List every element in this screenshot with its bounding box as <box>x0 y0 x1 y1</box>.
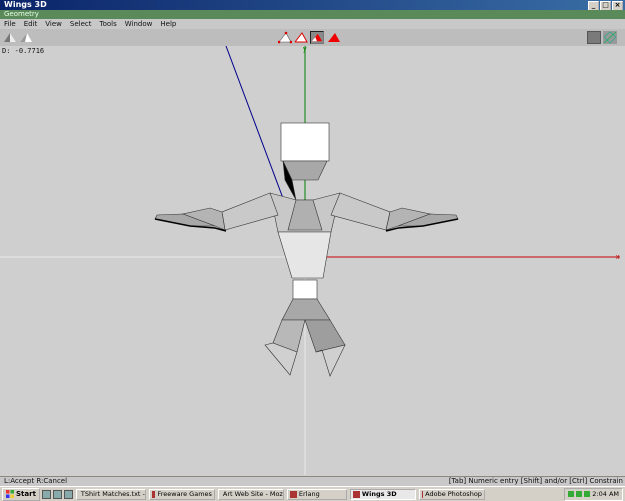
window-title: Wings 3D <box>4 0 47 9</box>
right-upper-arm <box>330 192 391 231</box>
geometry-window-title: Geometry <box>0 10 625 19</box>
body-mode-icon[interactable] <box>327 31 341 44</box>
key-hint: [Tab] Numeric entry [Shift] and/or [Ctrl… <box>448 477 623 485</box>
antivirus-icon[interactable] <box>584 491 591 497</box>
3d-viewport[interactable]: x y <box>0 46 625 475</box>
quicklaunch-desktop-icon[interactable] <box>41 489 51 499</box>
start-button[interactable]: Start <box>2 487 40 501</box>
vertex-mode-icon[interactable] <box>278 31 292 44</box>
wings-icon <box>352 490 360 498</box>
scene-canvas[interactable]: x y <box>0 46 625 475</box>
task-art-web-site[interactable]: Art Web Site - Mozilla <box>217 488 284 500</box>
status-bar: L:Accept R:Cancel [Tab] Numeric entry [S… <box>0 476 625 486</box>
network-icon[interactable] <box>568 491 575 497</box>
quicklaunch-media-icon[interactable] <box>63 489 73 499</box>
face-mode-icon[interactable] <box>310 31 324 44</box>
volume-icon[interactable] <box>576 491 583 497</box>
smooth-preview-icon[interactable] <box>587 31 601 44</box>
orthographic-icon[interactable] <box>3 31 17 44</box>
task-wings-3d[interactable]: Wings 3D <box>349 488 416 500</box>
y-axis-label: y <box>303 46 307 53</box>
menu-view[interactable]: View <box>41 19 66 29</box>
task-tshirt-matches[interactable]: TShirt Matches.txt - ... <box>75 488 146 500</box>
erlang-icon <box>289 490 297 498</box>
menu-window[interactable]: Window <box>121 19 157 29</box>
system-tray: 2:04 AM <box>564 487 623 501</box>
hips-face <box>292 279 318 300</box>
left-upper-arm <box>221 192 279 231</box>
clock[interactable]: 2:04 AM <box>592 490 619 498</box>
waist-face <box>277 231 332 279</box>
menu-bar: File Edit View Select Tools Window Help <box>0 19 625 29</box>
character-model <box>154 122 459 377</box>
wireframe-icon[interactable] <box>603 31 617 44</box>
head-face <box>280 122 330 162</box>
start-label: Start <box>16 489 36 498</box>
toolbar <box>0 29 625 47</box>
edge-mode-icon[interactable] <box>294 31 308 44</box>
task-freeware-games[interactable]: Freeware Games <box>148 488 215 500</box>
menu-help[interactable]: Help <box>156 19 180 29</box>
taskbar: Start TShirt Matches.txt - ... Freeware … <box>0 486 625 501</box>
windows-logo-icon <box>6 490 14 498</box>
photoshop-icon <box>421 490 424 498</box>
menu-file[interactable]: File <box>0 19 20 29</box>
info-readout: D: -0.7716 <box>2 47 45 55</box>
folder-icon <box>151 490 156 498</box>
pelvis-face <box>281 298 331 321</box>
x-axis-label: x <box>616 254 620 261</box>
mouse-hint: L:Accept R:Cancel <box>4 477 68 485</box>
window-titlebar: Wings 3D _ □ × <box>0 0 625 11</box>
task-adobe-photoshop[interactable]: Adobe Photoshop <box>418 488 485 500</box>
menu-edit[interactable]: Edit <box>20 19 42 29</box>
menu-tools[interactable]: Tools <box>96 19 121 29</box>
menu-select[interactable]: Select <box>66 19 96 29</box>
perspective-icon[interactable] <box>19 31 33 44</box>
quicklaunch-browser-icon[interactable] <box>52 489 62 499</box>
task-erlang[interactable]: Erlang <box>286 488 347 500</box>
